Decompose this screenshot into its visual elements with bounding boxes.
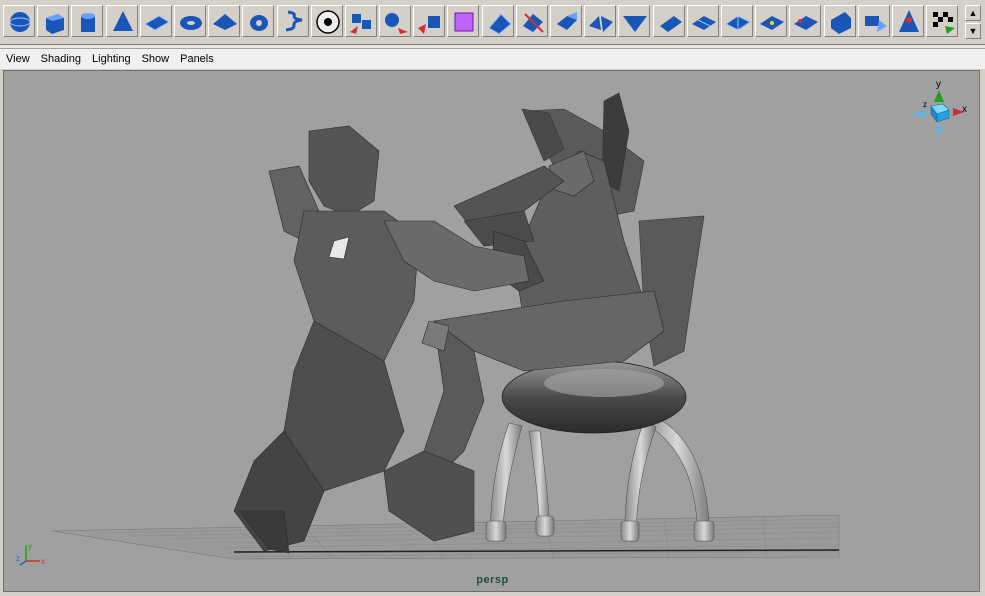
extrude-face-icon[interactable] — [550, 5, 582, 37]
combine-icon[interactable] — [344, 5, 377, 37]
menu-lighting[interactable]: Lighting — [87, 53, 136, 65]
bridge-icon[interactable] — [584, 5, 617, 37]
duplicate-face-icon[interactable] — [789, 5, 822, 37]
smooth-proxy-icon[interactable] — [447, 5, 480, 37]
polygon-helix-icon[interactable] — [276, 5, 309, 37]
extrude-edge-icon[interactable] — [686, 5, 719, 37]
menu-shading[interactable]: Shading — [36, 53, 86, 65]
sculpt-geometry-icon[interactable] — [891, 5, 924, 37]
soccer-ball-icon[interactable] — [310, 5, 343, 37]
extract-icon[interactable] — [413, 5, 446, 37]
scene-render — [51, 92, 840, 560]
polygon-pyramid-icon[interactable] — [208, 5, 241, 37]
shelf-scroll-up-button[interactable]: ▲ — [965, 5, 981, 21]
shelf-icon-row — [3, 5, 960, 39]
append-polygon-icon[interactable] — [857, 5, 890, 37]
svg-text:x: x — [41, 557, 45, 566]
axis-gizmo-icon: y x z — [16, 542, 45, 566]
polygon-pipe-icon[interactable] — [242, 5, 275, 37]
bevel-icon[interactable] — [823, 5, 856, 37]
split-polygon-icon[interactable] — [481, 5, 514, 37]
shelf-scroll-down-button[interactable]: ▼ — [965, 23, 981, 39]
svg-text:y: y — [28, 542, 32, 551]
shelf-scroll-control: ▲ ▼ — [965, 5, 981, 39]
polygon-torus-icon[interactable] — [173, 5, 206, 37]
menu-show[interactable]: Show — [137, 53, 175, 65]
polygon-sphere-icon[interactable] — [3, 5, 35, 37]
polygon-plane-icon[interactable] — [139, 5, 172, 37]
menu-view[interactable]: View — [1, 53, 35, 65]
svg-text:x: x — [962, 104, 967, 115]
svg-text:z: z — [923, 100, 927, 109]
panel-menu-bar: View Shading Lighting Show Panels — [0, 49, 985, 69]
menu-panels[interactable]: Panels — [175, 53, 219, 65]
perspective-viewport[interactable]: y x z y x z persp — [3, 70, 980, 592]
svg-text:y: y — [936, 79, 941, 90]
wedge-faces-icon[interactable] — [618, 5, 651, 37]
polygon-cylinder-icon[interactable] — [71, 5, 104, 37]
svg-text:z: z — [16, 554, 20, 563]
view-cube-icon[interactable]: y x z — [909, 76, 969, 144]
polygon-cone-icon[interactable] — [105, 5, 138, 37]
shelf-toolbar: ▲ ▼ — [0, 0, 985, 45]
cut-faces-icon[interactable] — [515, 5, 548, 37]
separate-icon[interactable] — [379, 5, 412, 37]
merge-vertices-icon[interactable] — [755, 5, 788, 37]
uv-texture-editor-icon[interactable] — [926, 5, 959, 37]
subdivide-icon[interactable] — [720, 5, 753, 37]
poke-faces-icon[interactable] — [652, 5, 685, 37]
polygon-cube-icon[interactable] — [37, 5, 70, 37]
camera-name-label: persp — [476, 574, 509, 586]
